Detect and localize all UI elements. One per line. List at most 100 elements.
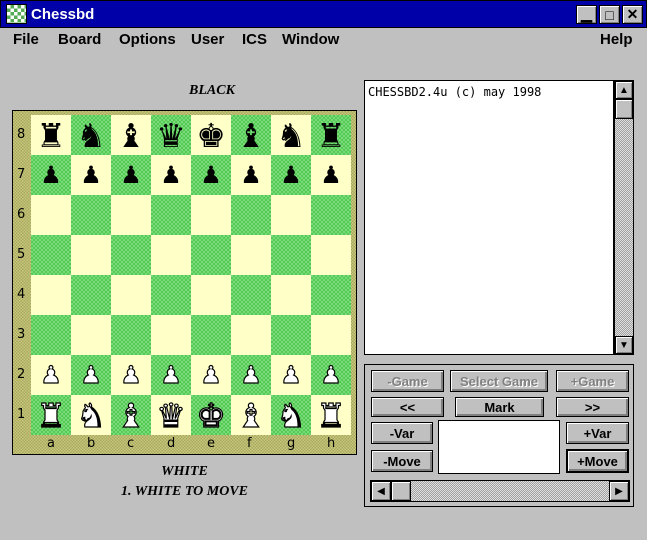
square-c7[interactable]: ♟ — [111, 155, 151, 195]
black-rook-icon[interactable]: ♜ — [316, 119, 346, 152]
square-c4[interactable] — [111, 275, 151, 315]
white-pawn-icon[interactable]: ♟ — [160, 362, 183, 387]
square-b3[interactable] — [71, 315, 111, 355]
menu-user[interactable]: User — [191, 31, 224, 48]
black-queen-icon[interactable]: ♛ — [156, 119, 186, 152]
mark-button[interactable]: Mark — [455, 397, 544, 417]
square-e2[interactable]: ♟ — [191, 355, 231, 395]
white-pawn-icon[interactable]: ♟ — [80, 362, 103, 387]
white-rook-icon[interactable]: ♜ — [316, 398, 347, 432]
menu-window[interactable]: Window — [282, 31, 339, 48]
square-g2[interactable]: ♟ — [271, 355, 311, 395]
black-pawn-icon[interactable]: ♟ — [240, 163, 262, 187]
black-pawn-icon[interactable]: ♟ — [200, 163, 222, 187]
white-bishop-icon[interactable]: ♝ — [116, 398, 147, 432]
app-icon[interactable] — [6, 4, 27, 24]
square-h8[interactable]: ♜ — [311, 115, 351, 155]
prev-var-button[interactable]: -Var — [371, 422, 433, 444]
square-c5[interactable] — [111, 235, 151, 275]
square-d8[interactable]: ♛ — [151, 115, 191, 155]
square-e4[interactable] — [191, 275, 231, 315]
black-rook-icon[interactable]: ♜ — [36, 119, 66, 152]
square-b8[interactable]: ♞ — [71, 115, 111, 155]
close-button[interactable]: ✕ — [622, 5, 643, 24]
back-all-button[interactable]: << — [371, 397, 444, 417]
menu-board[interactable]: Board — [58, 31, 101, 48]
square-c6[interactable] — [111, 195, 151, 235]
white-queen-icon[interactable]: ♛ — [156, 398, 187, 432]
black-pawn-icon[interactable]: ♟ — [40, 163, 62, 187]
square-c2[interactable]: ♟ — [111, 355, 151, 395]
square-e1[interactable]: ♚ — [191, 395, 231, 435]
square-h6[interactable] — [311, 195, 351, 235]
white-pawn-icon[interactable]: ♟ — [120, 362, 143, 387]
square-f6[interactable] — [231, 195, 271, 235]
menu-options[interactable]: Options — [119, 31, 176, 48]
square-h7[interactable]: ♟ — [311, 155, 351, 195]
next-game-button[interactable]: +Game — [556, 370, 629, 392]
square-d2[interactable]: ♟ — [151, 355, 191, 395]
square-h3[interactable] — [311, 315, 351, 355]
square-d5[interactable] — [151, 235, 191, 275]
square-a2[interactable]: ♟ — [31, 355, 71, 395]
game-text-panel[interactable]: CHESSBD2.4u (c) may 1998 — [364, 80, 614, 355]
black-bishop-icon[interactable]: ♝ — [236, 119, 266, 152]
square-a5[interactable] — [31, 235, 71, 275]
menu-help[interactable]: Help — [600, 31, 633, 48]
black-king-icon[interactable]: ♚ — [196, 119, 226, 152]
square-e5[interactable] — [191, 235, 231, 275]
square-h1[interactable]: ♜ — [311, 395, 351, 435]
square-c1[interactable]: ♝ — [111, 395, 151, 435]
square-b6[interactable] — [71, 195, 111, 235]
square-d1[interactable]: ♛ — [151, 395, 191, 435]
square-d3[interactable] — [151, 315, 191, 355]
square-a1[interactable]: ♜ — [31, 395, 71, 435]
white-rook-icon[interactable]: ♜ — [36, 398, 67, 432]
black-bishop-icon[interactable]: ♝ — [116, 119, 146, 152]
square-b1[interactable]: ♞ — [71, 395, 111, 435]
square-d6[interactable] — [151, 195, 191, 235]
square-b2[interactable]: ♟ — [71, 355, 111, 395]
square-h2[interactable]: ♟ — [311, 355, 351, 395]
white-pawn-icon[interactable]: ♟ — [280, 362, 303, 387]
black-knight-icon[interactable]: ♞ — [76, 119, 106, 152]
square-c3[interactable] — [111, 315, 151, 355]
select-game-button[interactable]: Select Game — [450, 370, 548, 392]
white-knight-icon[interactable]: ♞ — [76, 398, 107, 432]
square-e3[interactable] — [191, 315, 231, 355]
next-var-button[interactable]: +Var — [566, 422, 629, 444]
square-b5[interactable] — [71, 235, 111, 275]
black-pawn-icon[interactable]: ♟ — [80, 163, 102, 187]
menu-ics[interactable]: ICS — [242, 31, 267, 48]
menu-file[interactable]: File — [13, 31, 39, 48]
square-h4[interactable] — [311, 275, 351, 315]
square-a8[interactable]: ♜ — [31, 115, 71, 155]
white-bishop-icon[interactable]: ♝ — [236, 398, 267, 432]
square-f5[interactable] — [231, 235, 271, 275]
square-b7[interactable]: ♟ — [71, 155, 111, 195]
square-f8[interactable]: ♝ — [231, 115, 271, 155]
square-f3[interactable] — [231, 315, 271, 355]
scroll-right-icon[interactable]: ▶ — [609, 481, 629, 501]
variation-list[interactable] — [438, 420, 560, 474]
square-g6[interactable] — [271, 195, 311, 235]
square-e7[interactable]: ♟ — [191, 155, 231, 195]
square-g3[interactable] — [271, 315, 311, 355]
prev-move-button[interactable]: -Move — [371, 450, 433, 472]
scroll-down-icon[interactable]: ▼ — [615, 336, 633, 354]
horizontal-scrollbar[interactable]: ◀ ▶ — [370, 480, 630, 502]
hscroll-thumb[interactable] — [391, 481, 411, 501]
square-a3[interactable] — [31, 315, 71, 355]
square-c8[interactable]: ♝ — [111, 115, 151, 155]
square-a7[interactable]: ♟ — [31, 155, 71, 195]
minimize-button[interactable]: ▁ — [576, 5, 597, 24]
chess-board[interactable]: ♜ ♞ ♝ ♛ ♚ ♝ ♞ ♜ ♟ ♟ ♟ ♟ ♟ ♟ ♟ ♟ ♟ ♟ ♟ ♟ ♟ ♟ ♟ ♟ ♜ ♞ ♝ ♛ ♚ ♝ ♞ ♜ 8 7 6 5 4 3 2 1… — [12, 110, 357, 455]
square-g7[interactable]: ♟ — [271, 155, 311, 195]
square-g1[interactable]: ♞ — [271, 395, 311, 435]
square-e6[interactable] — [191, 195, 231, 235]
square-f7[interactable]: ♟ — [231, 155, 271, 195]
square-g4[interactable] — [271, 275, 311, 315]
square-f4[interactable] — [231, 275, 271, 315]
white-pawn-icon[interactable]: ♟ — [200, 362, 223, 387]
black-knight-icon[interactable]: ♞ — [276, 119, 306, 152]
